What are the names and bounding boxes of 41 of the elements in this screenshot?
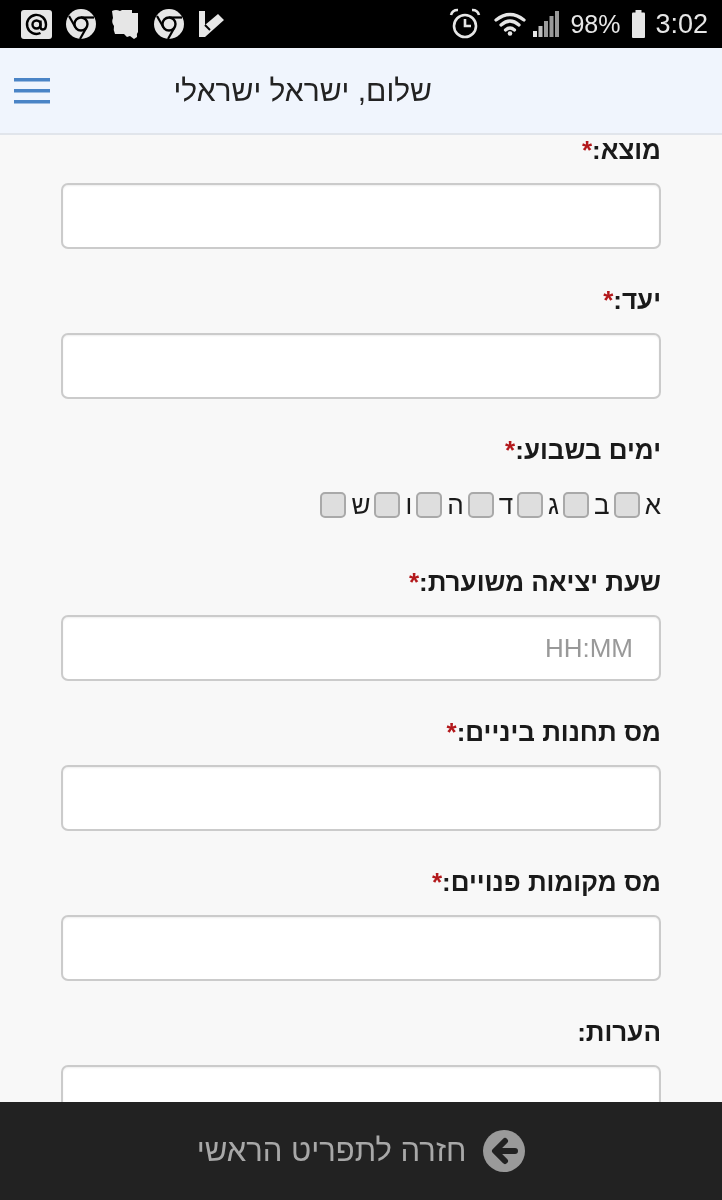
day-checkbox[interactable]	[563, 492, 590, 518]
field-label: ימים בשבוע:*	[505, 435, 661, 465]
field-label: מס תחנות ביניים:*	[446, 717, 661, 747]
sheet-icon	[110, 8, 140, 40]
text-field[interactable]	[61, 183, 661, 249]
greeting-title: שלום, ישראל ישראלי	[173, 72, 432, 109]
round-logo-icon	[65, 8, 97, 40]
text-field[interactable]	[61, 333, 661, 399]
signal-icon	[533, 11, 561, 37]
back-button[interactable]: חזרה לתפריט הראשי	[196, 1130, 526, 1172]
day-checkbox[interactable]	[467, 492, 494, 518]
day-checkbox[interactable]	[613, 492, 640, 518]
clock-time: 3:02	[655, 9, 708, 39]
text-field[interactable]: HH:MM	[61, 615, 661, 681]
email-icon	[21, 9, 52, 39]
alarm-clock-icon	[449, 8, 482, 40]
day-label: ש	[351, 490, 371, 520]
text-field[interactable]	[61, 765, 661, 831]
day-checkbox[interactable]	[320, 492, 347, 518]
day-checkbox[interactable]	[374, 492, 401, 518]
wifi-icon	[494, 12, 527, 36]
field-label: מס מקומות פנויים:*	[431, 867, 661, 897]
battery-percent: 98%	[570, 9, 621, 39]
menu-icon[interactable]	[14, 77, 50, 104]
day-label: ג	[548, 490, 560, 520]
text-field[interactable]	[61, 915, 661, 981]
field-label: מוצא:*	[581, 135, 661, 165]
field-label: הערות:	[577, 1017, 661, 1047]
day-label: ו	[405, 490, 413, 520]
field-label: שעת יציאה משוערת:*	[408, 567, 661, 597]
day-checkbox[interactable]	[416, 492, 443, 518]
day-label: ה	[447, 490, 464, 520]
round-logo-icon	[153, 8, 185, 40]
arrow-left-icon	[483, 1130, 526, 1172]
battery-icon	[632, 10, 646, 38]
day-label: ב	[594, 490, 610, 520]
day-label: ד	[498, 490, 514, 520]
field-label: יעד:*	[603, 285, 661, 315]
day-label: א	[644, 490, 661, 520]
day-checkbox[interactable]	[517, 492, 544, 518]
checkmark-icon	[198, 10, 225, 38]
